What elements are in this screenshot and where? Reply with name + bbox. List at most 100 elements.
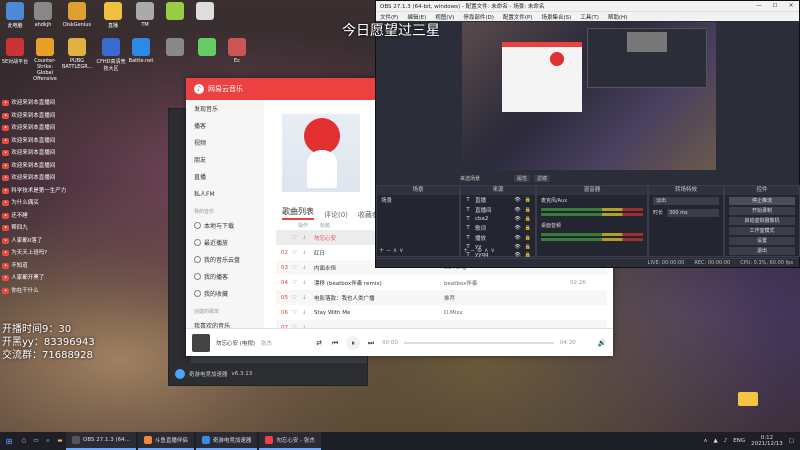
obs-menu-item[interactable]: 停靠部件(D) (463, 13, 494, 21)
visibility-icon[interactable]: 👁 (514, 244, 520, 250)
sidebar-item[interactable]: 播客 (186, 117, 264, 134)
desktop-icon[interactable]: 5E对战平台 (0, 38, 30, 65)
task-view-icon[interactable]: ▭ (30, 438, 42, 444)
action-center-icon[interactable]: ▢ (789, 438, 794, 444)
now-playing-thumb[interactable] (192, 333, 210, 352)
heart-icon[interactable]: ♡ (292, 265, 302, 271)
tab-comments[interactable]: 评论(0) (324, 210, 348, 220)
heart-icon[interactable]: ♡ (292, 280, 302, 286)
maximize-icon[interactable]: ☐ (767, 3, 783, 9)
obs-control-button[interactable]: 停止推流 (729, 197, 795, 205)
edge-icon[interactable]: e (42, 438, 54, 444)
source-item[interactable]: T 直播间 👁 🔒 (461, 205, 535, 215)
song-row[interactable]: 05 ♡ ↓ 电影落款：我也人类广播 推荐 (276, 290, 607, 305)
desktop-icon[interactable]: CFHD高清竞技大区 (96, 38, 126, 72)
scene-item[interactable]: 场景 (377, 195, 459, 205)
desktop-icon[interactable] (160, 38, 190, 58)
sidebar-item[interactable]: 本地与下载 (186, 217, 264, 234)
download-icon[interactable]: ↓ (302, 280, 314, 286)
sidebar-item[interactable]: 朋友 (186, 151, 264, 168)
taskbar-task[interactable]: 勿忘心安 - 张杰 (259, 432, 321, 450)
lock-icon[interactable]: 🔒 (525, 235, 531, 241)
obs-window[interactable]: OBS 27.1.3 (64-bit, windows) - 配置文件: 未命名… (375, 0, 800, 268)
desktop-icon[interactable]: 此电脑 (0, 2, 30, 29)
download-icon[interactable]: ↓ (302, 235, 314, 241)
download-icon[interactable]: ↓ (302, 250, 314, 256)
volume-icon[interactable]: 🔊 (597, 338, 607, 348)
clock[interactable]: 0:12 2021/12/13 (751, 435, 783, 447)
download-icon[interactable]: ↓ (302, 295, 314, 301)
sidebar-item[interactable]: 我的收藏 (186, 285, 264, 302)
tab-songs[interactable]: 歌曲列表 (282, 206, 314, 220)
playlist-cover[interactable] (282, 114, 360, 192)
source-item[interactable]: T 直播 👁 🔒 (461, 195, 535, 205)
source-item[interactable]: T 播放 👁 🔒 (461, 233, 535, 243)
visibility-icon[interactable]: 👁 (514, 225, 520, 231)
visibility-icon[interactable]: 👁 (514, 235, 520, 241)
heart-icon[interactable]: ♡ (292, 310, 302, 316)
pause-icon[interactable]: ⏸ (346, 335, 361, 350)
taskbar-task[interactable]: 奇游电竞加速器 (195, 432, 258, 450)
obs-menu-item[interactable]: 配置文件(P) (503, 13, 533, 21)
progress-bar[interactable] (403, 341, 554, 344)
next-icon[interactable]: ⏭ (366, 338, 376, 348)
search-icon[interactable]: ○ (18, 438, 30, 444)
lock-icon[interactable]: 🔒 (525, 225, 531, 231)
taskbar-task[interactable]: OBS 27.1.3 (64... (66, 432, 136, 450)
sidebar-item[interactable]: 直播 (186, 168, 264, 185)
close-icon[interactable]: ✕ (783, 3, 799, 9)
desktop-icon[interactable]: Battle.net (126, 38, 156, 64)
download-icon[interactable]: ↓ (302, 310, 314, 316)
source-item[interactable]: T 歌词 👁 🔒 (461, 223, 535, 233)
sidebar-item[interactable]: 最近播放 (186, 234, 264, 251)
transition-duration-input[interactable]: 300 ms (667, 209, 719, 217)
heart-icon[interactable]: ♡ (292, 295, 302, 301)
notification-icon[interactable] (738, 392, 758, 406)
obs-control-button[interactable]: 工作室模式 (729, 227, 795, 235)
sidebar-item[interactable]: 我的音乐云盘 (186, 251, 264, 268)
lock-icon[interactable]: 🔒 (525, 207, 531, 213)
lock-icon[interactable]: 🔒 (525, 244, 531, 250)
desktop-icon[interactable]: PUBG BATTLEGR... (62, 38, 92, 70)
obs-control-button[interactable]: 设置 (729, 237, 795, 245)
heart-icon[interactable]: ♡ (292, 235, 302, 241)
tray-chevron-icon[interactable]: ∧ (703, 438, 707, 444)
desktop-icon[interactable]: 直播 (98, 2, 128, 29)
source-item[interactable]: Tcba2 👁 🔒 (461, 215, 535, 223)
sidebar-item[interactable]: 我的播客 (186, 268, 264, 285)
minimize-icon[interactable]: — (751, 3, 767, 9)
download-icon[interactable]: ↓ (302, 265, 314, 271)
obs-preview[interactable] (462, 22, 716, 170)
obs-menu-item[interactable]: 场景集合(S) (541, 13, 571, 21)
desktop-icon[interactable]: DiskGenius (62, 2, 92, 28)
transition-select[interactable]: 淡出 (653, 197, 719, 205)
sidebar-item[interactable]: 发现音乐 (186, 100, 264, 117)
desktop-icon[interactable] (160, 2, 190, 22)
desktop-icon[interactable]: Counter-Strike: Global Offensive (30, 38, 60, 82)
obs-control-button[interactable]: 开始录制 (729, 207, 795, 215)
visibility-icon[interactable]: 👁 (514, 197, 520, 203)
desktop-icon[interactable]: ahdkjh (28, 2, 58, 28)
properties-button[interactable]: 属性 (514, 174, 531, 182)
obs-control-button[interactable]: 启动虚拟摄像机 (729, 217, 795, 225)
desktop-icon[interactable] (190, 2, 220, 22)
sources-toolbar[interactable]: + − ⚙ ∧ ∨ (463, 247, 495, 254)
volume-tray-icon[interactable]: ♪ (724, 438, 728, 444)
desktop-icon[interactable]: Ec (222, 38, 252, 64)
language-indicator[interactable]: ENG (733, 438, 745, 444)
windows-start-icon[interactable]: ⊞ (0, 437, 18, 446)
song-row[interactable]: 04 ♡ ↓ 漂移 (beatbox伴奏 remix) beatbox伴奏 02:26 (276, 275, 607, 290)
desktop-icon[interactable] (192, 38, 222, 58)
sidebar-item[interactable]: 私人FM (186, 185, 264, 202)
obs-menu-item[interactable]: 工具(T) (580, 13, 599, 21)
obs-menu-item[interactable]: 帮助(H) (608, 13, 627, 21)
heart-icon[interactable]: ♡ (292, 250, 302, 256)
lock-icon[interactable]: 🔒 (525, 216, 531, 222)
network-icon[interactable]: ▲ (713, 438, 717, 444)
song-row[interactable]: 06 ♡ ↓ Stay With Me D.Mixx (276, 305, 607, 320)
visibility-icon[interactable]: 👁 (514, 207, 520, 213)
filters-button[interactable]: 滤镜 (534, 174, 551, 182)
scenes-toolbar[interactable]: + − ∧ ∨ (379, 247, 404, 254)
explorer-icon[interactable]: ▬ (54, 438, 66, 444)
visibility-icon[interactable]: 👁 (514, 216, 520, 222)
